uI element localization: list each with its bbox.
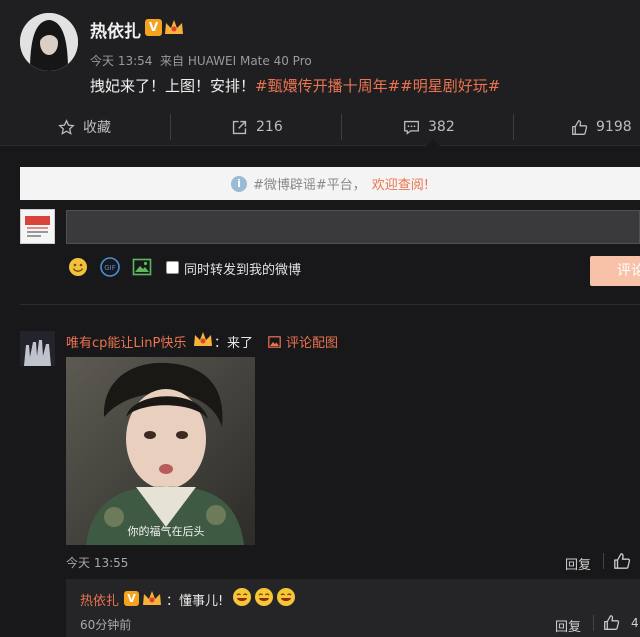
picture-link-icon <box>268 335 281 348</box>
reply-text: ：懂事儿! <box>166 594 224 609</box>
verified-icon: V <box>145 19 162 36</box>
rumor-notice[interactable]: i #微博辟谣#平台， 欢迎查阅! <box>20 167 640 200</box>
author-avatar[interactable] <box>20 13 78 71</box>
commenter-avatar[interactable] <box>20 331 55 366</box>
action-separator <box>170 114 171 140</box>
svg-text:GIF: GIF <box>104 264 116 272</box>
post-hashtags[interactable]: #甄嬛传开播十周年##明星剧好玩# <box>255 77 500 95</box>
post-time[interactable]: 今天 13:54 <box>90 52 152 69</box>
like-icon[interactable] <box>603 614 620 631</box>
reply-like-count: 4 <box>631 616 639 630</box>
current-user-avatar <box>20 209 55 244</box>
commenter-name[interactable]: 唯有cp能让LinP快乐 <box>66 332 186 351</box>
forward-count: 216 <box>256 119 283 135</box>
reply-reply-button[interactable]: 回复 <box>555 616 581 635</box>
reply-author-name[interactable]: 热依扎 <box>80 590 119 609</box>
emoji-icon[interactable] <box>68 257 88 277</box>
image-icon[interactable] <box>132 257 152 277</box>
action-bar: 收藏 216 382 9198 <box>0 108 640 146</box>
star-icon <box>58 118 75 135</box>
comment-panel: i #微博辟谣#平台， 欢迎查阅! GIF 同时转发到我的微博 评论 唯有cp能… <box>0 146 640 637</box>
crown-icon <box>194 332 212 346</box>
comment-time: 今天 13:55 <box>66 556 129 570</box>
author-name[interactable]: 热依扎 <box>90 17 141 42</box>
reply-time: 60分钟前 <box>80 618 132 632</box>
image-caption: 你的福气在后头 <box>128 524 205 538</box>
action-separator <box>341 114 342 140</box>
post-text-plain: 拽妃来了！上图！安排！ <box>90 77 256 95</box>
comment-count: 382 <box>428 119 455 135</box>
laughing-emoji-icon <box>255 588 273 606</box>
divider <box>603 553 604 569</box>
comment-reply-button[interactable]: 回复 <box>565 554 591 573</box>
laughing-emoji-icon <box>277 588 295 606</box>
forward-icon <box>232 120 247 134</box>
post-source: 来自 HUAWEI Mate 40 Pro <box>160 54 312 68</box>
like-button[interactable]: 9198 <box>571 108 632 146</box>
comment-icon <box>404 120 419 135</box>
weibo-post-page: 热依扎 V 今天 13:54 来自 HUAWEI Mate 40 Pro 拽妃来… <box>0 0 640 637</box>
comment-image[interactable]: 你的福气在后头 <box>66 357 255 545</box>
crown-icon <box>143 591 161 605</box>
favorite-label: 收藏 <box>83 120 111 136</box>
comment-text: ：来了 <box>214 336 254 351</box>
forward-button[interactable]: 216 <box>231 108 283 146</box>
divider <box>593 615 594 631</box>
forward-checkbox[interactable] <box>166 261 179 274</box>
like-icon[interactable] <box>613 552 631 570</box>
post-text: 拽妃来了！上图！安排！#甄嬛传开播十周年##明星剧好玩# <box>90 75 500 96</box>
reply-emojis <box>232 587 296 607</box>
forward-checkbox-label: 同时转发到我的微博 <box>184 263 302 278</box>
info-icon: i <box>230 175 247 192</box>
comment-picture-link-label: 评论配图 <box>286 336 339 351</box>
notice-link[interactable]: 欢迎查阅! <box>372 174 429 193</box>
comment-input[interactable] <box>66 210 640 244</box>
favorite-button[interactable]: 收藏 <box>58 108 111 146</box>
submit-comment-button[interactable]: 评论 <box>590 256 640 286</box>
crown-icon <box>165 20 183 34</box>
comment-tab-pointer <box>426 139 440 146</box>
laughing-emoji-icon <box>233 588 251 606</box>
like-count: 9198 <box>596 119 632 135</box>
notice-text: #微博辟谣#平台， <box>252 178 366 193</box>
reply-item: 热依扎 V ：懂事儿! 60分钟前 回复 4 <box>66 579 640 637</box>
action-separator <box>513 114 514 140</box>
like-icon <box>572 119 588 135</box>
divider <box>20 304 640 305</box>
verified-icon: V <box>124 591 139 606</box>
comment-picture-link[interactable]: 评论配图 <box>268 332 338 351</box>
gif-icon[interactable]: GIF <box>100 257 120 277</box>
